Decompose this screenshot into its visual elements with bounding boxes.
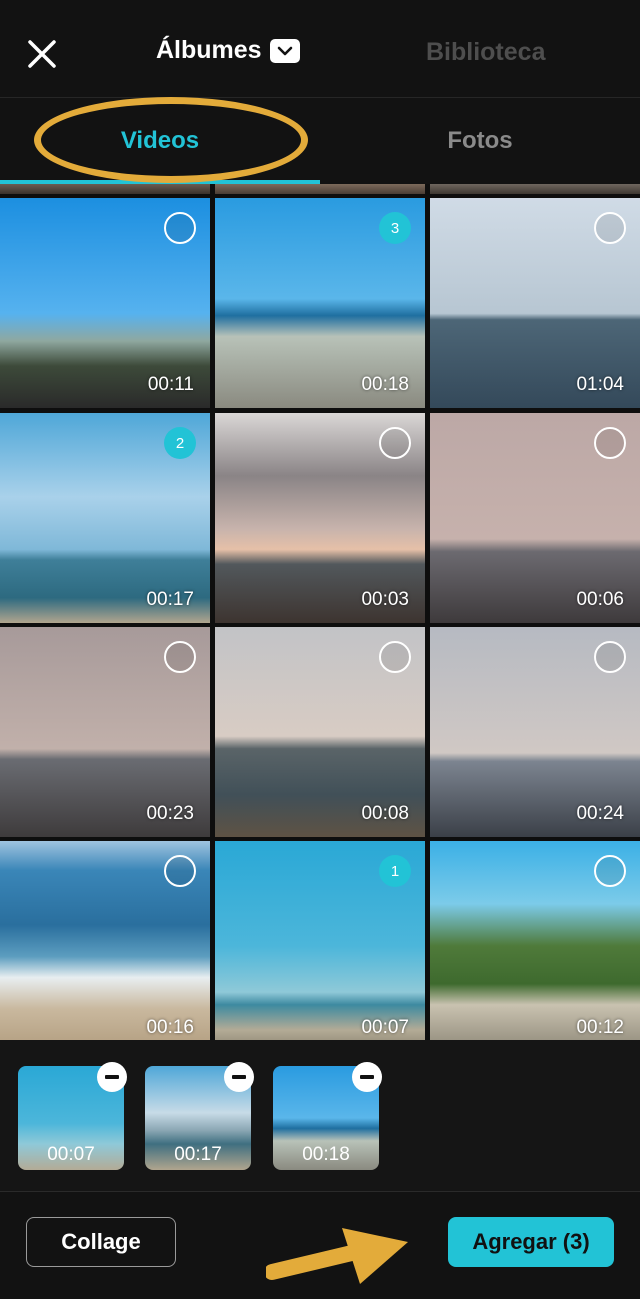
thumbnail-duration: 00:18: [302, 1144, 350, 1165]
video-thumbnail[interactable]: 1 00:07: [215, 841, 425, 1040]
bottom-bar: Collage Agregar (3): [0, 1193, 640, 1299]
select-circle[interactable]: [594, 855, 626, 887]
video-thumbnail[interactable]: 01:04: [430, 198, 640, 408]
peek-row: [0, 184, 210, 194]
selection-order-badge[interactable]: 1: [379, 855, 411, 887]
select-circle[interactable]: [164, 212, 196, 244]
video-duration: 00:08: [361, 803, 409, 824]
tab-videos[interactable]: Videos: [0, 98, 320, 184]
video-duration: 00:07: [361, 1017, 409, 1038]
peek-row: [215, 184, 425, 194]
video-thumbnail[interactable]: 3 00:18: [215, 198, 425, 408]
video-duration: 00:16: [146, 1017, 194, 1038]
select-circle[interactable]: [594, 427, 626, 459]
video-duration: 00:23: [146, 803, 194, 824]
top-bar: Álbumes Biblioteca: [0, 0, 640, 98]
video-thumbnail[interactable]: 00:03: [215, 413, 425, 623]
close-icon[interactable]: [22, 34, 62, 74]
video-thumbnail[interactable]: 00:08: [215, 627, 425, 837]
video-thumbnail[interactable]: 00:06: [430, 413, 640, 623]
video-duration: 00:03: [361, 589, 409, 610]
selection-order-badge[interactable]: 3: [379, 212, 411, 244]
albums-label: Álbumes: [156, 36, 262, 64]
video-duration: 01:04: [576, 374, 624, 395]
remove-icon[interactable]: [224, 1062, 254, 1092]
video-thumbnail[interactable]: 00:23: [0, 627, 210, 837]
video-thumbnail[interactable]: 00:11: [0, 198, 210, 408]
video-duration: 00:18: [361, 374, 409, 395]
video-thumbnail[interactable]: 00:12: [430, 841, 640, 1040]
remove-icon[interactable]: [352, 1062, 382, 1092]
video-duration: 00:17: [146, 589, 194, 610]
video-grid: 00:11 3 00:18 01:04 2 00:17 00:03 00:06 …: [0, 184, 640, 1040]
thumbnail-duration: 00:17: [174, 1144, 222, 1165]
selection-order-badge[interactable]: 2: [164, 427, 196, 459]
remove-icon[interactable]: [97, 1062, 127, 1092]
video-duration: 00:06: [576, 589, 624, 610]
tab-photos[interactable]: Fotos: [320, 98, 640, 184]
video-thumbnail[interactable]: 00:16: [0, 841, 210, 1040]
select-circle[interactable]: [594, 641, 626, 673]
select-circle[interactable]: [164, 855, 196, 887]
select-circle[interactable]: [594, 212, 626, 244]
selected-tray: 00:07 00:17 00:18: [0, 1040, 640, 1192]
peek-row: [430, 184, 640, 194]
albums-dropdown[interactable]: Álbumes: [156, 36, 300, 65]
select-circle[interactable]: [379, 427, 411, 459]
chevron-down-icon: [269, 38, 300, 63]
media-tabs: Videos Fotos: [0, 98, 640, 184]
thumbnail-duration: 00:07: [47, 1144, 95, 1165]
collage-button[interactable]: Collage: [26, 1217, 176, 1267]
select-circle[interactable]: [379, 641, 411, 673]
video-thumbnail[interactable]: 2 00:17: [0, 413, 210, 623]
select-circle[interactable]: [164, 641, 196, 673]
library-tab[interactable]: Biblioteca: [426, 38, 545, 67]
video-thumbnail[interactable]: 00:24: [430, 627, 640, 837]
video-duration: 00:11: [147, 374, 194, 395]
video-duration: 00:12: [576, 1017, 624, 1038]
add-button[interactable]: Agregar (3): [448, 1217, 614, 1267]
video-duration: 00:24: [576, 803, 624, 824]
